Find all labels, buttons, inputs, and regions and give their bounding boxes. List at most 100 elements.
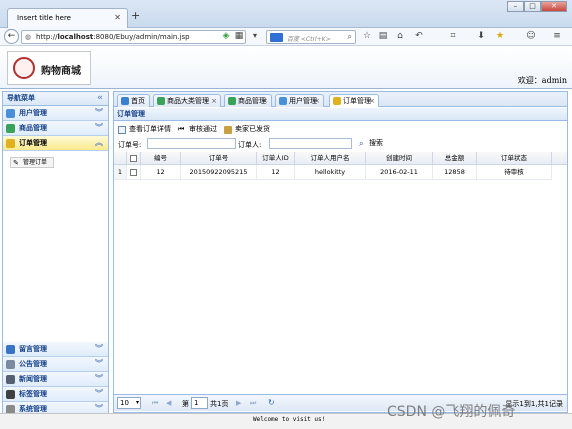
view-order-details-button[interactable]: 查看订单详情 — [118, 125, 171, 134]
subitem-label: 管理订单 — [23, 159, 48, 166]
first-page-icon[interactable]: ⏮ — [152, 399, 158, 408]
last-page-icon[interactable]: ⏭ — [250, 399, 256, 408]
tab-users[interactable]: 用户管理 × — [275, 94, 324, 108]
approve-button[interactable]: ⏮ 审核通过 — [178, 125, 217, 134]
search-button-label: 搜索 — [369, 139, 383, 147]
close-tab-icon[interactable]: ✕ — [114, 13, 121, 22]
table-cell[interactable]: 12 — [257, 165, 295, 180]
orders-icon — [6, 139, 15, 148]
search-icon[interactable]: ⌕ — [348, 32, 352, 42]
checkbox-icon[interactable] — [130, 154, 137, 162]
action-label: 查看订单详情 — [129, 125, 171, 133]
back-arrow-icon[interactable]: ← — [4, 29, 19, 44]
chevron-down-icon[interactable]: ︾ — [95, 121, 103, 135]
column-header[interactable]: 订单状态 — [477, 152, 552, 165]
table-cell[interactable]: 待审核 — [477, 165, 552, 180]
order-number-input[interactable] — [147, 138, 236, 149]
footer-text: Welcome to visit us! — [253, 416, 326, 423]
shipped-button[interactable]: 卖家已发货 — [224, 125, 270, 134]
table-cell[interactable]: 12858 — [433, 165, 477, 180]
extension-icon[interactable]: ★ — [495, 31, 505, 41]
page-count: 共1页 — [210, 400, 229, 408]
grid-rownum-header — [114, 152, 127, 165]
dropdown-icon[interactable]: ▾ — [250, 31, 260, 40]
action-label: 卖家已发货 — [235, 125, 270, 133]
tab-products[interactable]: 商品管理 × — [224, 94, 272, 108]
sidebar-item-label: 标签管理 — [19, 390, 47, 398]
chevron-down-icon[interactable]: ︾ — [95, 372, 103, 386]
home-icon[interactable]: ⌂ — [395, 31, 405, 41]
chat-icon[interactable]: ☺ — [526, 31, 536, 41]
chevron-up-icon[interactable]: ︽ — [95, 136, 103, 150]
shield-icon[interactable]: ◈ — [221, 31, 231, 41]
download-icon[interactable]: ⬇ — [476, 31, 486, 41]
minimize-icon[interactable]: – — [507, 1, 524, 12]
home-tab-icon — [121, 97, 129, 105]
sidebar-subitem-manage-orders[interactable]: ✎ 管理订单 — [10, 157, 54, 168]
table-cell[interactable]: hellokitty — [295, 165, 366, 180]
approve-icon: ⏮ — [178, 125, 185, 133]
close-window-icon[interactable]: ✕ — [541, 1, 567, 12]
chevron-down-icon[interactable]: ︾ — [95, 106, 103, 120]
sidebar-item-label: 公告管理 — [19, 360, 47, 368]
browser-tab[interactable]: Insert title here ✕ — [7, 8, 128, 28]
maximize-icon[interactable]: □ — [524, 1, 541, 12]
column-header[interactable]: 创建时间 — [366, 152, 433, 165]
url-bar[interactable]: ◍ http://localhost:8080/Ebuy/admin/main.… — [21, 30, 246, 44]
sidebar-item-messages[interactable]: 留言管理 ︾ — [3, 342, 108, 357]
new-tab-icon[interactable]: + — [131, 9, 140, 22]
reading-list-icon[interactable]: ▤ — [378, 31, 388, 41]
prev-page-icon[interactable]: ◀ — [166, 399, 171, 407]
tab-categories[interactable]: 商品大类管理 × — [153, 94, 221, 108]
checkbox-icon[interactable] — [130, 168, 137, 176]
table-cell[interactable]: 20150922095215 — [181, 165, 257, 180]
sidebar-item-users[interactable]: 用户管理 ︾ — [3, 106, 108, 121]
column-header[interactable]: 订单人ID — [257, 152, 295, 165]
grid-select-all[interactable] — [127, 152, 141, 165]
sidebar-item-notices[interactable]: 公告管理 ︾ — [3, 357, 108, 372]
next-page-icon[interactable]: ▶ — [236, 399, 241, 407]
menu-icon[interactable]: ≡ — [552, 31, 562, 41]
sidebar: 导航菜单 « 用户管理 ︾ 商品管理 ︾ 订单管理 ︽ 留言管理 ︾ 公告管理 ︾ 新闻管理… — [2, 91, 109, 417]
search-button[interactable]: ⌕ 搜索 — [359, 139, 383, 148]
sidebar-item-products[interactable]: 商品管理 ︾ — [3, 121, 108, 136]
categories-tab-icon — [157, 97, 165, 105]
tab-strip: 首页 商品大类管理 × 商品管理 × 用户管理 × 订单管理 × — [113, 91, 568, 109]
column-header[interactable]: 总金额 — [433, 152, 477, 165]
sidebar-item-label: 用户管理 — [19, 109, 47, 117]
tab-home[interactable]: 首页 — [117, 94, 150, 108]
logo-seal-icon — [13, 57, 35, 79]
bookmark-star-icon[interactable]: ☆ — [362, 31, 372, 41]
search-bar[interactable]: 百度 <Ctrl+K> ⌕ — [266, 30, 356, 44]
collapse-sidebar-icon[interactable]: « — [97, 92, 103, 105]
products-icon — [6, 124, 15, 133]
news-icon — [6, 375, 15, 384]
column-header[interactable]: 订单号 — [181, 152, 257, 165]
sidebar-item-label: 系统管理 — [19, 405, 47, 413]
crop-icon[interactable]: ⌗ — [448, 31, 458, 41]
column-header[interactable]: 订单人用户名 — [295, 152, 366, 165]
sidebar-item-tags[interactable]: 标签管理 ︾ — [3, 387, 108, 402]
chevron-down-icon[interactable]: ︾ — [95, 342, 103, 356]
url-text: http://localhost:8080/Ebuy/admin/main.js… — [36, 33, 190, 41]
sidebar-item-label: 订单管理 — [19, 139, 47, 147]
sidebar-item-orders[interactable]: 订单管理 ︽ — [3, 136, 108, 151]
grid-header-filler — [552, 152, 567, 165]
page-number-input[interactable]: 1 — [191, 397, 208, 409]
refresh-icon[interactable]: ↻ — [268, 398, 275, 407]
sidebar-item-news[interactable]: 新闻管理 ︾ — [3, 372, 108, 387]
row-checkbox[interactable] — [127, 165, 141, 180]
action-toolbar: 查看订单详情 ⏮ 审核通过 卖家已发货 — [114, 123, 567, 136]
undo-icon[interactable]: ↶ — [414, 31, 424, 41]
chevron-down-icon[interactable]: ︾ — [95, 357, 103, 371]
table-cell[interactable]: 12 — [141, 165, 181, 180]
order-user-label: 订单人: — [238, 141, 262, 149]
qr-icon[interactable]: ▦ — [234, 31, 244, 41]
chevron-down-icon[interactable]: ︾ — [95, 387, 103, 401]
table-cell[interactable]: 2016-02-11 — [366, 165, 433, 180]
search-placeholder: 百度 <Ctrl+K> — [287, 36, 331, 43]
page-size-select[interactable]: 10 ▾ — [117, 397, 141, 409]
order-user-input[interactable] — [269, 138, 352, 149]
column-header[interactable]: 编号 — [141, 152, 181, 165]
sidebar-item-label: 留言管理 — [19, 345, 47, 353]
